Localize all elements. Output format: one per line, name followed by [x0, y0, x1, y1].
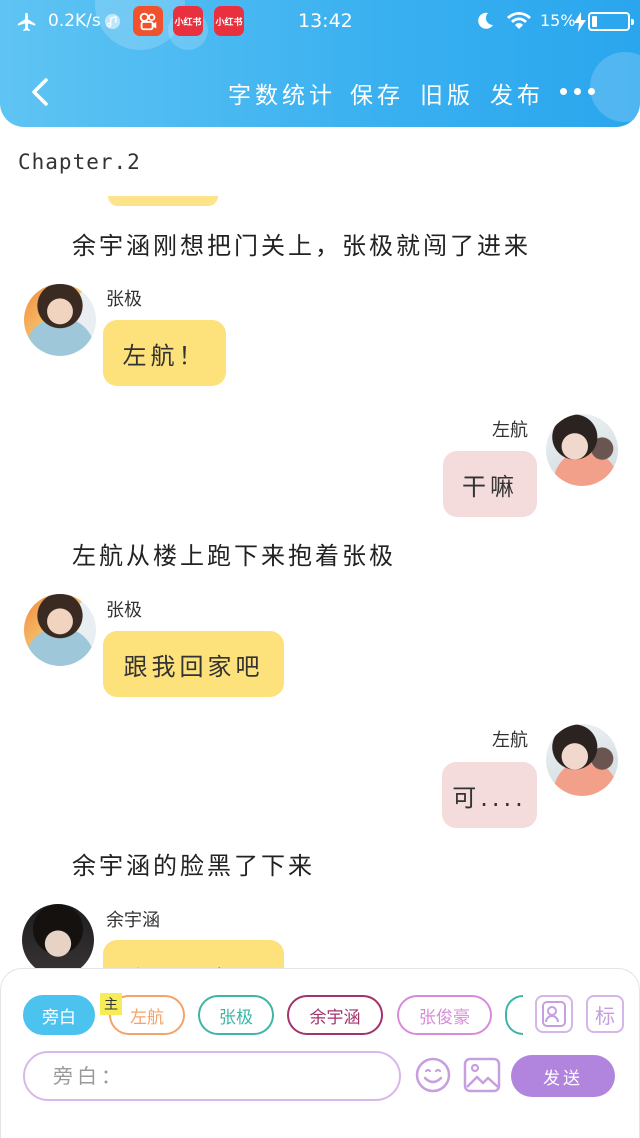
- send-button[interactable]: 发送: [511, 1055, 615, 1097]
- avatar-yuyuhan[interactable]: [22, 904, 94, 976]
- character-chip-zhangji[interactable]: 张极: [198, 995, 274, 1035]
- kuaishou-icon[interactable]: [133, 6, 163, 36]
- publish-button[interactable]: 发布: [490, 76, 544, 110]
- avatar-zhangji[interactable]: [24, 284, 96, 356]
- speaker-name: 左航: [492, 420, 528, 441]
- wifi-icon: [507, 12, 531, 29]
- battery-icon: [588, 12, 634, 31]
- story-editor-screen: 0.2K/s 小红书 小红书 13:42 15% 字数统计 保存 旧版 发布 C…: [0, 0, 640, 1138]
- composer-panel: 旁白 左航 主 张极 余宇涵 张俊豪 标 发送: [0, 968, 640, 1138]
- chapter-title: Chapter.2: [18, 150, 141, 174]
- chat-bubble-right[interactable]: 可....: [442, 762, 537, 828]
- image-icon[interactable]: [462, 1055, 502, 1095]
- toolbar: 字数统计 保存 旧版 发布: [0, 60, 640, 124]
- character-chip-yuyuhan[interactable]: 余宇涵: [287, 995, 383, 1035]
- speaker-name: 左航: [492, 730, 528, 751]
- emoji-icon[interactable]: [413, 1055, 453, 1095]
- status-bar: 0.2K/s 小红书 小红书 13:42 15%: [0, 0, 640, 44]
- xiaohongshu-icon[interactable]: 小红书: [214, 6, 244, 36]
- header: 0.2K/s 小红书 小红书 13:42 15% 字数统计 保存 旧版 发布: [0, 0, 640, 127]
- narration-line[interactable]: 余宇涵刚想把门关上，张极就闯了进来: [72, 226, 531, 261]
- speaker-name: 张极: [106, 289, 142, 310]
- narration-line[interactable]: 左航从楼上跑下来抱着张极: [72, 536, 396, 571]
- chat-bubble-right[interactable]: 干嘛: [443, 451, 537, 517]
- do-not-disturb-moon-icon: [478, 12, 493, 29]
- avatar-zuohang[interactable]: [546, 414, 618, 486]
- character-chip-narrator[interactable]: 旁白: [23, 995, 95, 1035]
- clock: 13:42: [298, 10, 353, 32]
- network-speed: 0.2K/s: [48, 11, 101, 31]
- previous-bubble-edge: [108, 196, 218, 206]
- xiaohongshu-icon[interactable]: 小红书: [173, 6, 203, 36]
- charging-bolt-icon: [574, 12, 586, 32]
- battery-level: [592, 16, 597, 27]
- main-character-tag: 主: [100, 993, 122, 1015]
- battery-percent: 15%: [540, 11, 576, 30]
- chat-bubble-left[interactable]: 跟我回家吧: [103, 631, 284, 697]
- avatar-zuohang[interactable]: [546, 724, 618, 796]
- back-arrow-icon[interactable]: [22, 72, 62, 112]
- save-button[interactable]: 保存: [350, 76, 404, 110]
- speaker-name: 余宇涵: [106, 910, 160, 931]
- music-icon: [104, 13, 121, 30]
- airplane-mode-icon: [17, 12, 36, 32]
- old-version-button[interactable]: 旧版: [420, 76, 474, 110]
- character-chip-overflow[interactable]: [505, 995, 523, 1035]
- more-menu-icon[interactable]: [560, 76, 600, 106]
- speaker-name: 张极: [106, 600, 142, 621]
- chat-bubble-left[interactable]: 左航！: [103, 320, 226, 386]
- avatar-zhangji[interactable]: [24, 594, 96, 666]
- tag-button[interactable]: 标: [586, 995, 624, 1033]
- person-card-icon[interactable]: [535, 995, 573, 1033]
- character-chip-zhangjunhao[interactable]: 张俊豪: [397, 995, 492, 1035]
- word-count-button[interactable]: 字数统计: [228, 76, 336, 110]
- narration-input[interactable]: [23, 1051, 401, 1101]
- narration-line[interactable]: 余宇涵的脸黑了下来: [72, 846, 315, 881]
